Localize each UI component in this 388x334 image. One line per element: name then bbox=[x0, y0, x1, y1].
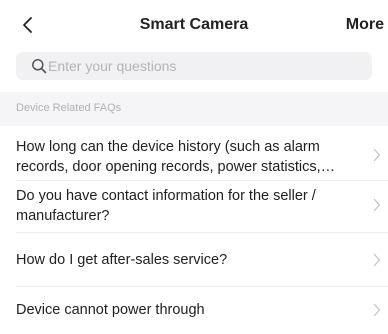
section-title: Device Related FAQs bbox=[16, 102, 122, 114]
faq-question: Device cannot power through bbox=[16, 302, 205, 318]
faq-screen: Smart Camera More Device Related FAQs Ho… bbox=[0, 0, 388, 334]
search-input[interactable] bbox=[48, 52, 358, 80]
faq-item[interactable]: Device cannot power through bbox=[0, 287, 388, 334]
faq-question: How long can the device history (such as… bbox=[16, 139, 321, 175]
faq-question: Do you have contact information for the … bbox=[16, 188, 316, 224]
chevron-right-icon bbox=[373, 253, 381, 267]
chevron-right-icon bbox=[373, 148, 381, 162]
chevron-right-icon bbox=[373, 303, 381, 317]
faq-item[interactable]: How do I get after-sales service? bbox=[0, 233, 388, 286]
navbar: Smart Camera More bbox=[0, 0, 388, 50]
chevron-right-icon bbox=[373, 198, 381, 212]
section-header: Device Related FAQs bbox=[0, 92, 388, 126]
more-button[interactable]: More bbox=[346, 16, 384, 34]
search-bar[interactable] bbox=[16, 52, 372, 80]
faq-item[interactable]: Do you have contact information for the … bbox=[0, 181, 388, 232]
search-icon bbox=[32, 59, 47, 74]
page-title: Smart Camera bbox=[139, 16, 249, 33]
faq-item[interactable]: How long can the device history (such as… bbox=[0, 126, 388, 180]
faq-question: How do I get after-sales service? bbox=[16, 252, 228, 268]
